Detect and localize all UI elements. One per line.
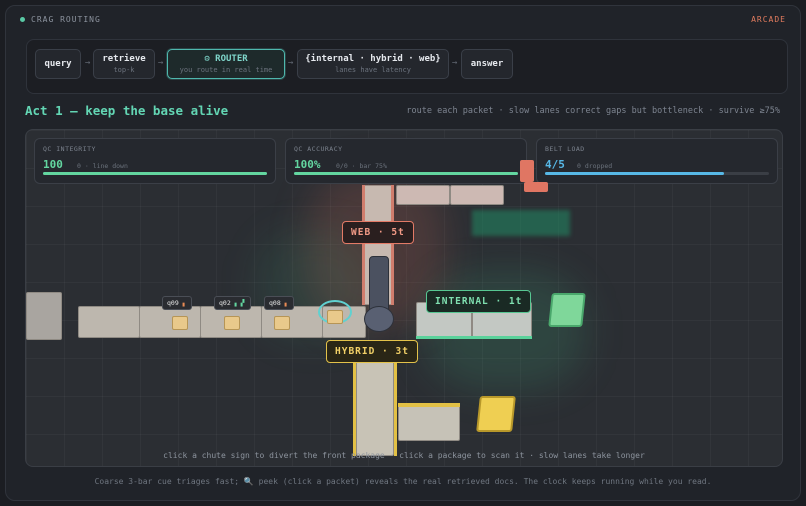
qc-accuracy-meter: QC ACCURACY 100% 0/0 · bar 75% [285,138,527,184]
act-title: Act 1 — keep the base alive [25,103,229,118]
hybrid-bin-icon[interactable] [476,396,516,432]
hybrid-lane-rail [394,356,397,456]
meter-value: 4/5 [545,158,565,171]
footer-note: Coarse 3-bar cue triages fast; 🔍 peek (c… [94,477,712,486]
router-base-icon[interactable] [364,306,394,332]
main-belt-segment [261,306,323,338]
qc-integrity-meter: QC INTEGRITY 100 0 · line down [34,138,276,184]
packet-tag[interactable]: q08 ▖ [264,296,294,310]
web-lane-rail [391,185,394,305]
web-lane-belt [450,185,504,205]
web-chute-sign[interactable]: WEB · 5t [342,221,414,244]
packet[interactable] [172,316,188,330]
stage-title: {internal · hybrid · web} [305,54,441,64]
meter-note: 0 dropped [577,162,613,170]
meter-value: 100% [294,158,321,171]
meter-label: QC ACCURACY [294,145,343,153]
arcade-mode-badge[interactable]: ARCADE [751,15,786,24]
meter-label: QC INTEGRITY [43,145,96,153]
web-lane-belt [396,185,450,205]
main-belt-segment [78,306,140,338]
meter-note: 0/0 · bar 75% [336,162,387,170]
meter-fill [43,172,267,175]
status-dot-icon [20,17,25,22]
stage-subtitle: lanes have latency [335,66,411,74]
signal-bars-icon: ▖▗▘ [234,299,247,307]
main-belt-segment [139,306,201,338]
meter-note: 0 · line down [77,162,128,170]
signal-bars-icon: ▖ [284,299,289,307]
meter-fill [294,172,518,175]
stage-title: ⚙ ROUTER [204,54,248,64]
meter-track [294,172,518,175]
top-bar: CRAG ROUTING ARCADE [6,6,800,32]
router-tower-icon[interactable] [369,256,389,312]
packet[interactable] [274,316,290,330]
stage-subtitle: top-k [113,66,135,74]
game-window: CRAG ROUTING ARCADE query → retrieve top… [5,5,801,501]
web-chute-marker [520,160,534,182]
brand: CRAG ROUTING [20,15,101,24]
stage-answer: answer [461,49,513,79]
web-lane-rail [362,185,365,305]
arrow-icon: → [158,58,164,68]
stage-title: answer [470,59,504,69]
meter-label: BELT LOAD [545,145,585,153]
hybrid-chute-sign[interactable]: HYBRID · 3t [326,340,418,363]
hybrid-lane-rail [398,403,460,407]
stage-query: query [35,49,81,79]
stage-retrieve: retrieve top-k [93,49,155,79]
arrow-icon: → [288,58,294,68]
intake-hopper [26,292,62,340]
hint-text: click a chute sign to divert the front p… [163,451,645,460]
hybrid-lane-belt [398,403,460,441]
meter-track [43,172,267,175]
internal-zone-pad [472,210,570,236]
stage-lanes: {internal · hybrid · web} lanes have lat… [297,49,449,79]
arrow-icon: → [85,58,91,68]
internal-bin-icon[interactable] [548,293,586,327]
hybrid-lane-belt [356,356,394,456]
internal-chute-sign[interactable]: INTERNAL · 1t [426,290,532,313]
arrow-icon: → [452,58,458,68]
packet-front[interactable] [327,310,343,324]
packet-tag[interactable]: q09 ▖ [162,296,192,310]
act-rules: route each packet · slow lanes correct g… [406,106,780,116]
stage-title: retrieve [102,54,146,64]
stage-title: query [44,59,72,69]
packet-id: q09 [167,299,179,307]
web-chute-marker [524,182,548,192]
brand-label: CRAG ROUTING [31,15,101,24]
hybrid-lane-rail [353,356,356,456]
signal-bars-icon: ▖ [182,299,187,307]
internal-lane-rail [416,336,532,339]
stage-subtitle: you route in real time [179,66,273,74]
meter-fill [545,172,725,175]
pipeline-strip: query → retrieve top-k → ⚙ ROUTER you ro… [26,39,788,94]
packet[interactable] [224,316,240,330]
packet-id: q02 [219,299,231,307]
packet-tag[interactable]: q02 ▖▗▘ [214,296,252,310]
stage-router: ⚙ ROUTER you route in real time [167,49,285,79]
belt-load-meter: BELT LOAD 4/5 0 dropped [536,138,778,184]
packet-id: q08 [269,299,281,307]
game-board[interactable]: QC INTEGRITY 100 0 · line down QC ACCURA… [25,129,783,467]
meter-track [545,172,769,175]
meter-value: 100 [43,158,63,171]
